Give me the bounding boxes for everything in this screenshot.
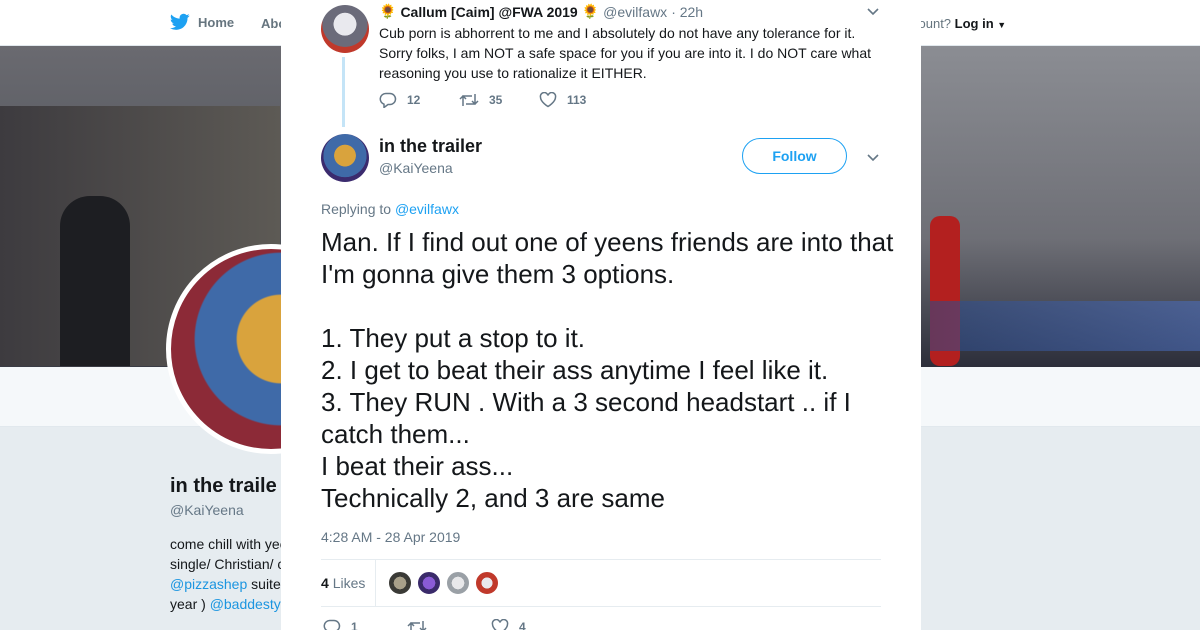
retweet-count: 35 [489,93,503,107]
profile-handle: @KaiYeena [170,502,244,518]
parent-tweet-handle[interactable]: @evilfawx [603,4,667,20]
nav-account-area: count? Log in ▼ [912,16,1006,31]
like-action[interactable]: 4 [491,619,575,630]
reply-count: 1 [351,620,358,630]
liker-avatar[interactable] [417,571,441,595]
follow-button[interactable]: Follow [742,138,847,174]
divider [321,606,881,607]
replying-to: Replying to @evilfawx [321,201,459,217]
bio-line: suite [251,576,281,592]
heart-icon [539,92,557,108]
bio-line: year ) [170,596,206,612]
retweet-action[interactable] [407,619,491,630]
replying-prefix: Replying to [321,201,392,217]
nav-home-link[interactable]: Home [170,13,234,31]
thread-connector-line [342,57,345,127]
reply-icon [379,92,397,108]
tweet-author-name[interactable]: in the trailer [379,136,482,157]
parent-tweet-text: Cub porn is abhorrent to me and I absolu… [379,25,872,81]
liker-avatar[interactable] [446,571,470,595]
like-action[interactable]: 113 [539,92,619,108]
login-link[interactable]: Log in [955,16,994,31]
tweet-actions: 1 4 [323,619,575,630]
parent-tweet-actions: 12 35 113 [379,92,619,108]
liker-avatar[interactable] [475,571,499,595]
parent-tweet-author-name[interactable]: Callum [Caim] @FWA 2019 [400,4,577,20]
reply-action[interactable]: 12 [379,92,459,108]
divider [375,560,376,606]
parent-tweet-header: 🌻 Callum [Caim] @FWA 2019 🌻 @evilfawx · … [379,3,703,20]
profile-bio: come chill with yee single/ Christian/ c… [170,534,290,614]
caret-down-icon[interactable]: ▼ [997,20,1006,30]
divider [321,559,881,560]
chevron-down-icon[interactable] [866,4,880,18]
profile-name: in the traile [170,475,277,497]
bio-link-pizzashep[interactable]: @pizzashep [170,576,247,592]
close-icon[interactable] [1154,12,1178,36]
tweet-author-handle[interactable]: @KaiYeena [379,160,453,176]
likes-stat[interactable]: 4 Likes [321,575,365,591]
liker-avatars [388,571,499,595]
parent-tweet-avatar[interactable] [321,5,369,53]
sunflower-emoji: 🌻 [581,3,600,19]
nav-home-label: Home [198,14,235,30]
likes-count: 4 [321,575,329,591]
retweet-action[interactable]: 35 [459,92,539,108]
bio-line: come chill with yee [170,536,288,552]
tweet-author-avatar[interactable] [321,134,369,182]
likes-label: Likes [332,575,366,591]
tweet-text: Man. If I find out one of yeens friends … [321,227,894,513]
parent-tweet-time[interactable]: · 22h [671,4,703,20]
twitter-bird-icon [170,13,190,31]
reply-count: 12 [407,93,421,107]
retweet-icon [407,619,427,630]
chevron-down-icon[interactable] [866,150,880,164]
bio-line: single/ Christian/ c [170,556,285,572]
replying-to-handle[interactable]: @evilfawx [395,201,459,217]
reply-action[interactable]: 1 [323,619,407,630]
like-count: 4 [519,620,526,630]
liker-avatar[interactable] [388,571,412,595]
reply-icon [323,619,341,630]
sunflower-emoji: 🌻 [379,3,397,19]
like-count: 113 [567,93,587,107]
bio-link-baddesty[interactable]: @baddesty [210,596,281,612]
tweet-timestamp[interactable]: 4:28 AM - 28 Apr 2019 [321,529,460,545]
heart-icon [491,619,509,630]
retweet-icon [459,92,479,108]
